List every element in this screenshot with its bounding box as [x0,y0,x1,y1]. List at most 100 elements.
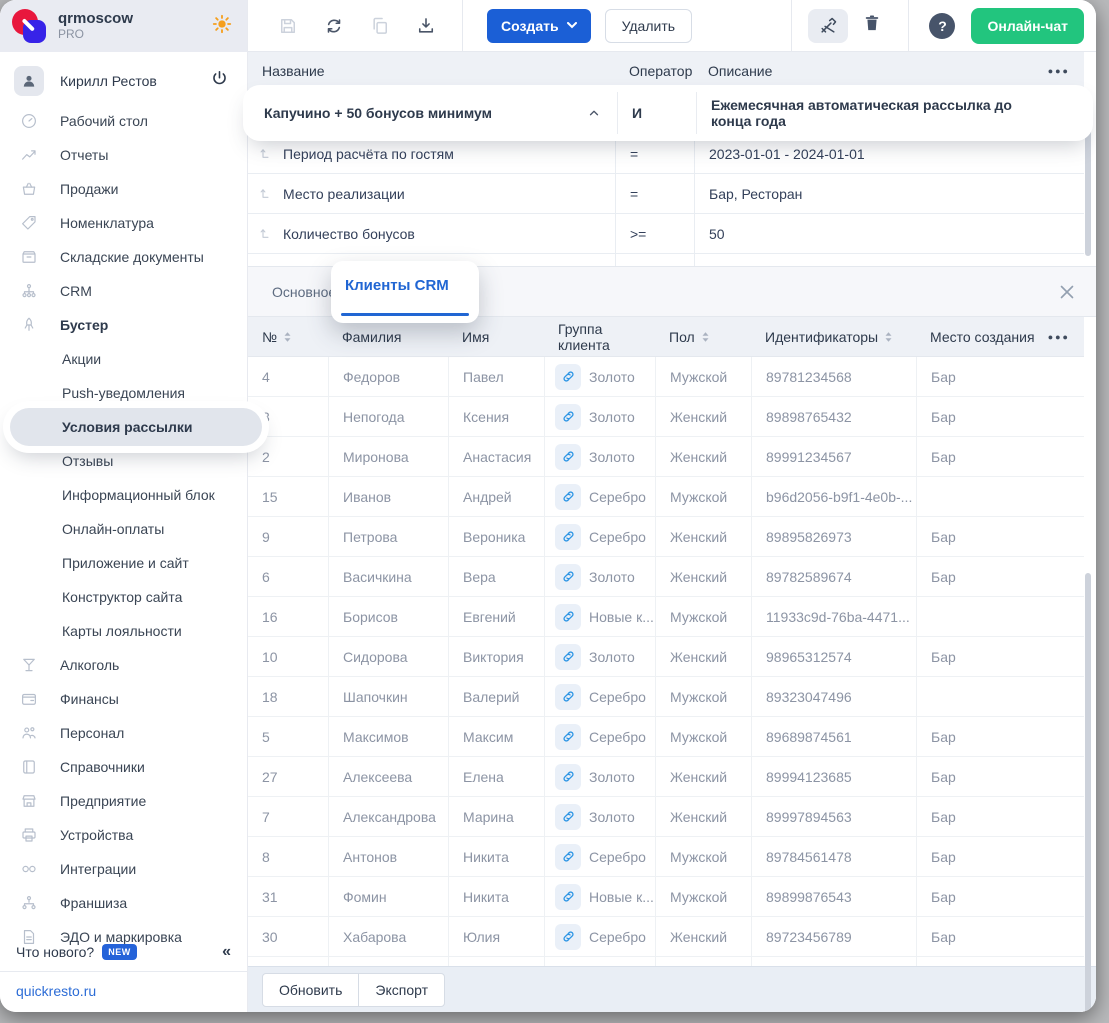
sidebar-item-app-and-site[interactable]: Приложение и сайт [0,546,247,580]
sidebar-item-reports[interactable]: Отчеты [0,138,247,172]
tab-clients-crm[interactable]: Клиенты CRM [331,261,479,323]
col-lastname[interactable]: Фамилия [328,329,448,345]
trash-button[interactable] [862,13,882,38]
quickresto-link[interactable]: quickresto.ru [16,983,96,999]
client-row[interactable]: 6 Васичкина Вера Золото Женский 89782589… [248,557,1084,597]
expanded-condition-row[interactable]: Капучино + 50 бонусов минимум И Ежемесяч… [250,92,1086,134]
sidebar-item-devices[interactable]: Устройства [0,818,247,852]
group-link-icon[interactable] [555,564,581,590]
clients-header-more-icon[interactable]: ●●● [1048,332,1084,342]
sidebar-item-mailing-conditions[interactable]: Условия рассылки [10,408,262,446]
client-row[interactable]: 30 Хабарова Юлия Серебро Женский 8972345… [248,917,1084,957]
client-row[interactable]: 2 Миронова Анастасия Золото Женский 8999… [248,437,1084,477]
sidebar-item-directories[interactable]: Справочники [0,750,247,784]
theme-sun-icon[interactable] [211,13,233,40]
help-button[interactable]: ? [929,13,955,39]
condition-subrow[interactable]: Количество бонусов >= 50 [248,214,1084,254]
group-link-icon[interactable] [555,364,581,390]
condition-subrow[interactable]: Место реализации = Бар, Ресторан [248,174,1084,214]
chevron-up-icon[interactable] [587,106,601,120]
create-button[interactable]: Создать [487,9,591,43]
sidebar-item-desktop[interactable]: Рабочий стол [0,104,247,138]
sidebar-item-reviews[interactable]: Отзывы [0,444,247,478]
online-chat-button[interactable]: Онлайн-чат [971,8,1084,44]
group-link-icon[interactable] [555,844,581,870]
sidebar-item-staff[interactable]: Персонал [0,716,247,750]
col-identifiers[interactable]: Идентификаторы [751,329,916,345]
condition-subrow[interactable]: Период расчёта по гостям = 2023-01-01 - … [248,134,1084,174]
client-row[interactable]: 7 Александрова Марина Золото Женский 899… [248,797,1084,837]
col-client-group[interactable]: Группа клиента [544,321,655,353]
sidebar-item-enterprise[interactable]: Предприятие [0,784,247,818]
group-link-icon[interactable] [555,684,581,710]
group-link-icon[interactable] [555,524,581,550]
col-name[interactable]: Название [248,63,615,79]
group-link-icon[interactable] [555,404,581,430]
group-link-icon[interactable] [555,444,581,470]
group-link-icon[interactable] [555,764,581,790]
sidebar-item-online-payments[interactable]: Онлайн-оплаты [0,512,247,546]
clients-scrollbar-thumb[interactable] [1085,573,1091,1012]
tab-main[interactable]: Основное [272,284,336,300]
sidebar-item-integrations[interactable]: Интеграции [0,852,247,886]
whats-new-link[interactable]: Что нового? [16,944,94,960]
client-row[interactable]: 31 Фомин Никита Новые к... Мужской 89899… [248,877,1084,917]
client-row[interactable]: 27 Алексеева Елена Золото Женский 899941… [248,757,1084,797]
col-firstname[interactable]: Имя [448,329,544,345]
col-description[interactable]: Описание [694,63,1040,79]
group-link-icon[interactable] [555,604,581,630]
client-row[interactable]: 10 Сидорова Виктория Золото Женский 9896… [248,637,1084,677]
group-link-icon[interactable] [555,484,581,510]
col-creation-place[interactable]: Место создания [916,329,1040,345]
sidebar-item-booster[interactable]: Бустер [0,308,247,342]
sidebar-item-warehouse-docs[interactable]: Складские документы [0,240,247,274]
sidebar-item-sales[interactable]: Продажи [0,172,247,206]
group-link-icon[interactable] [555,644,581,670]
sidebar-item-finances[interactable]: Финансы [0,682,247,716]
client-row[interactable]: 15 Иванов Андрей Серебро Мужской b96d205… [248,477,1084,517]
group-link-icon[interactable] [555,884,581,910]
import-icon[interactable] [416,16,436,36]
client-row[interactable]: 18 Шапочкин Валерий Серебро Мужской 8932… [248,677,1084,717]
clients-panel: Основное Клиенты CRM № Фамилия Имя Групп… [248,266,1096,1012]
sidebar-item-franchise[interactable]: Франшиза [0,886,247,920]
sort-icon[interactable] [283,331,292,343]
sort-icon[interactable] [701,331,710,343]
group-link-icon[interactable] [555,924,581,950]
tools-button[interactable] [808,9,848,43]
copy-icon[interactable] [370,16,390,36]
col-gender[interactable]: Пол [655,329,751,345]
sidebar-item-alcohol[interactable]: Алкоголь [0,648,247,682]
group-link-icon[interactable] [555,804,581,830]
sort-icon[interactable] [884,331,893,343]
client-row[interactable]: 5 Максимов Максим Серебро Мужской 896898… [248,717,1084,757]
conditions-scrollbar-thumb[interactable] [1085,106,1091,256]
conditions-header-more-icon[interactable]: ●●● [1048,66,1084,76]
sidebar-item-push[interactable]: Push-уведомления [0,376,247,410]
client-row[interactable]: 16 Борисов Евгений Новые к... Мужской 11… [248,597,1084,637]
close-icon[interactable] [1056,281,1078,303]
group-link-icon[interactable] [555,724,581,750]
export-button[interactable]: Экспорт [358,973,445,1007]
client-row[interactable]: 3 Непогода Ксения Золото Женский 8989876… [248,397,1084,437]
sidebar-item-site-builder[interactable]: Конструктор сайта [0,580,247,614]
subcondition-operator: = [615,134,694,173]
col-number[interactable]: № [248,329,328,345]
sidebar-item-info-block[interactable]: Информационный блок [0,478,247,512]
refresh-icon[interactable] [324,16,344,36]
client-row[interactable]: 4 Федоров Павел Золото Мужской 897812345… [248,357,1084,397]
client-gender: Мужской [655,357,751,396]
sidebar-item-promotions[interactable]: Акции [0,342,247,376]
sidebar-item-nomenclature[interactable]: Номенклатура [0,206,247,240]
logout-power-icon[interactable] [210,69,229,93]
client-row[interactable]: 8 Антонов Никита Серебро Мужской 8978456… [248,837,1084,877]
client-row[interactable]: 9 Петрова Вероника Серебро Женский 89895… [248,517,1084,557]
client-creation-place: Бар [916,637,1040,676]
save-icon[interactable] [278,16,298,36]
collapse-sidebar-icon[interactable]: « [222,943,231,961]
col-operator[interactable]: Оператор [615,63,694,79]
sidebar-item-loyalty-cards[interactable]: Карты лояльности [0,614,247,648]
refresh-button[interactable]: Обновить [262,973,359,1007]
sidebar-item-crm[interactable]: CRM [0,274,247,308]
delete-button[interactable]: Удалить [605,9,692,43]
